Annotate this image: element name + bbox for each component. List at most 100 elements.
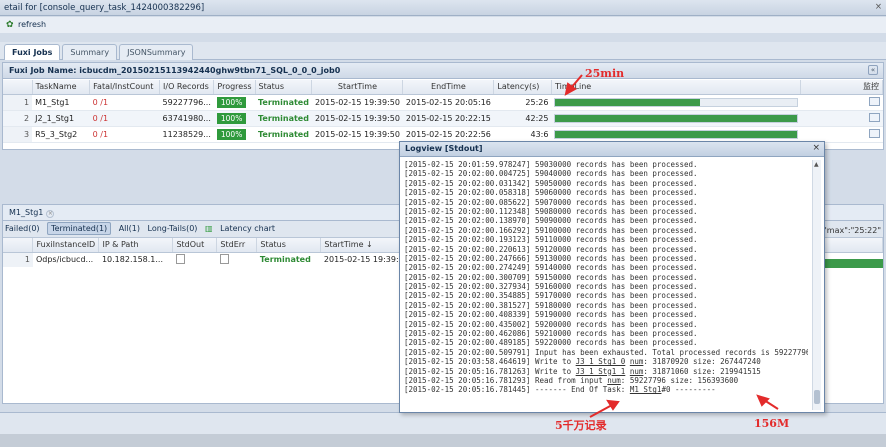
refresh-button[interactable]: refresh: [18, 20, 46, 29]
timeline-bar: [554, 129, 798, 139]
log-message: 59080000 records has been processed.: [535, 206, 698, 216]
col-endtime[interactable]: EndTime: [402, 80, 495, 95]
log-timestamp: [2015-02-15 20:02:00.300709]: [404, 272, 531, 282]
log-timestamp: [2015-02-15 20:05:16.781263]: [404, 366, 531, 376]
log-message-part: num: [629, 357, 644, 367]
log-timestamp: [2015-02-15 20:02:00.435002]: [404, 319, 531, 329]
log-timestamp: [2015-02-15 20:02:00.509791]: [404, 347, 531, 357]
log-line: [2015-02-15 20:02:00.300709] 59150000 rec…: [404, 273, 808, 282]
toolbar: ✿ refresh: [0, 17, 886, 33]
log-message-part: Write to: [535, 357, 576, 367]
col-stderr[interactable]: StdErr: [216, 238, 258, 253]
col-status[interactable]: Status: [256, 238, 322, 253]
log-timestamp: [2015-02-15 20:02:00.166292]: [404, 225, 531, 235]
bottom-strip: [0, 434, 886, 447]
close-icon[interactable]: ×: [812, 143, 820, 153]
status-text: Terminated: [255, 126, 312, 143]
monitor-icon[interactable]: [868, 128, 880, 138]
col-latency[interactable]: Latency(s): [493, 80, 552, 95]
logview-title: Logview [Stdout]: [405, 144, 483, 153]
tab-summary[interactable]: Summary: [62, 44, 118, 60]
monitor-icon[interactable]: [868, 96, 880, 106]
latency: 43:6: [493, 126, 552, 143]
filter-terminated[interactable]: Terminated(1): [47, 222, 112, 235]
refresh-icon[interactable]: ✿: [6, 21, 15, 30]
col-ip-path[interactable]: IP & Path: [98, 238, 174, 253]
col-fatal[interactable]: Fatal/InstCount: [89, 80, 161, 95]
log-timestamp: [2015-02-15 20:02:00.462086]: [404, 329, 531, 339]
col-timeline[interactable]: TimeLine: [551, 80, 802, 95]
instance-panel-title: M1_Stg1: [9, 208, 44, 217]
progress-badge: 100%: [216, 128, 247, 140]
logview-scrollbar[interactable]: ▲: [812, 160, 821, 410]
scroll-up-icon[interactable]: ▲: [814, 161, 819, 168]
col-io[interactable]: I/O Records: [159, 80, 215, 95]
task-name[interactable]: J2_1_Stg1: [32, 110, 90, 127]
log-message-part: M1_Stg1: [629, 385, 662, 395]
log-message: 59220000 records has been processed.: [535, 338, 698, 348]
log-line: [2015-02-15 20:02:00.166292] 59100000 rec…: [404, 226, 808, 235]
filter-failed[interactable]: Failed(0): [5, 224, 40, 233]
stderr-icon[interactable]: [219, 253, 229, 264]
stdout-icon[interactable]: [175, 253, 185, 264]
latency: 25:26: [493, 94, 552, 111]
col-instance-id[interactable]: FuxiInstanceID: [32, 238, 100, 253]
latency-chart-button[interactable]: ▥ Latency chart: [205, 224, 280, 233]
col-status[interactable]: Status: [255, 80, 313, 95]
log-line: [2015-02-15 20:02:00.435002] 59200000 rec…: [404, 320, 808, 329]
fatal-count: 0 /1: [89, 126, 160, 143]
logview-content[interactable]: [2015-02-15 20:01:59.978247] 59030000 rec…: [404, 160, 808, 410]
log-message: 59210000 records has been processed.: [535, 329, 698, 339]
col-stdout[interactable]: StdOut: [172, 238, 218, 253]
log-line: [2015-02-15 20:02:00.138970] 59090000 rec…: [404, 216, 808, 225]
col-taskname[interactable]: TaskName: [32, 80, 91, 95]
log-timestamp: [2015-02-15 20:02:00.408339]: [404, 310, 531, 320]
collapse-icon[interactable]: «: [868, 65, 878, 75]
tab-json-summary[interactable]: JSONSummary: [119, 44, 194, 60]
fuxi-job-panel: Fuxi Job Name: icbucdm_20150215113942440…: [2, 62, 884, 150]
timeline-fill: [555, 130, 797, 138]
log-message-part: J3_1_Stg1_0: [575, 357, 626, 367]
scroll-thumb[interactable]: [814, 390, 820, 404]
log-timestamp: [2015-02-15 20:02:00.327934]: [404, 282, 531, 292]
log-line: [2015-02-15 20:02:00.327934] 59160000 rec…: [404, 282, 808, 291]
log-timestamp: [2015-02-15 20:02:00.112348]: [404, 206, 531, 216]
col-starttime[interactable]: StartTime: [311, 80, 404, 95]
log-message: Write to J3_1_Stg1_0 num: 31870920 size:…: [535, 357, 761, 366]
io-records: 63741980...: [159, 110, 214, 127]
instance-id[interactable]: Odps/icbucd...: [33, 252, 99, 267]
log-line: [2015-02-15 20:02:00.274249] 59140000 rec…: [404, 263, 808, 272]
timeline-fill: [555, 114, 797, 122]
tab-fuxi-jobs[interactable]: Fuxi Jobs: [4, 44, 61, 60]
log-message: 59160000 records has been processed.: [535, 282, 698, 292]
log-timestamp: [2015-02-15 20:02:00.381527]: [404, 300, 531, 310]
log-timestamp: [2015-02-15 20:02:00.031342]: [404, 178, 531, 188]
io-records: 11238529...: [159, 126, 214, 143]
table-row[interactable]: 3 R5_3_Stg2 0 /1 11238529... 100% Termin…: [3, 126, 883, 143]
logview-dialog: Logview [Stdout] × [2015-02-15 20:01:59.…: [399, 141, 825, 413]
log-message-part: : 31871060 size: 219941515: [643, 366, 761, 376]
monitor-icon[interactable]: [868, 112, 880, 122]
col-monitor[interactable]: 监控: [800, 80, 883, 95]
log-line: [2015-02-15 20:02:00.247666] 59130000 rec…: [404, 254, 808, 263]
table-row[interactable]: 2 J2_1_Stg1 0 /1 63741980... 100% Termin…: [3, 110, 883, 127]
filter-all[interactable]: All(1): [119, 224, 140, 233]
log-line: [2015-02-15 20:02:00.193123] 59110000 rec…: [404, 235, 808, 244]
row-number: 2: [3, 110, 33, 127]
log-line: [2015-02-15 20:02:00.408339] 59190000 rec…: [404, 310, 808, 319]
filter-long-tails[interactable]: Long-Tails(0): [148, 224, 198, 233]
col-progress[interactable]: Progress: [213, 80, 256, 95]
close-icon[interactable]: ×: [46, 210, 55, 218]
log-message-part: #0 ---------: [661, 385, 716, 395]
task-name[interactable]: R5_3_Stg2: [32, 126, 90, 143]
close-icon[interactable]: ×: [875, 2, 882, 12]
ip-path[interactable]: 10.182.158.1...: [99, 252, 173, 267]
log-message: Input has been exhausted. Total processe…: [535, 347, 808, 357]
fatal-count: 0 /1: [89, 110, 160, 127]
log-line: [2015-02-15 20:05:16.781263] Write to J3_…: [404, 367, 808, 376]
task-name[interactable]: M1_Stg1: [32, 94, 90, 111]
row-number: 1: [3, 252, 33, 267]
log-line: [2015-02-15 20:02:00.462086] 59210000 rec…: [404, 329, 808, 338]
table-row[interactable]: 1 M1_Stg1 0 /1 59227796... 100% Terminat…: [3, 94, 883, 111]
stderr-cell: [217, 252, 257, 267]
